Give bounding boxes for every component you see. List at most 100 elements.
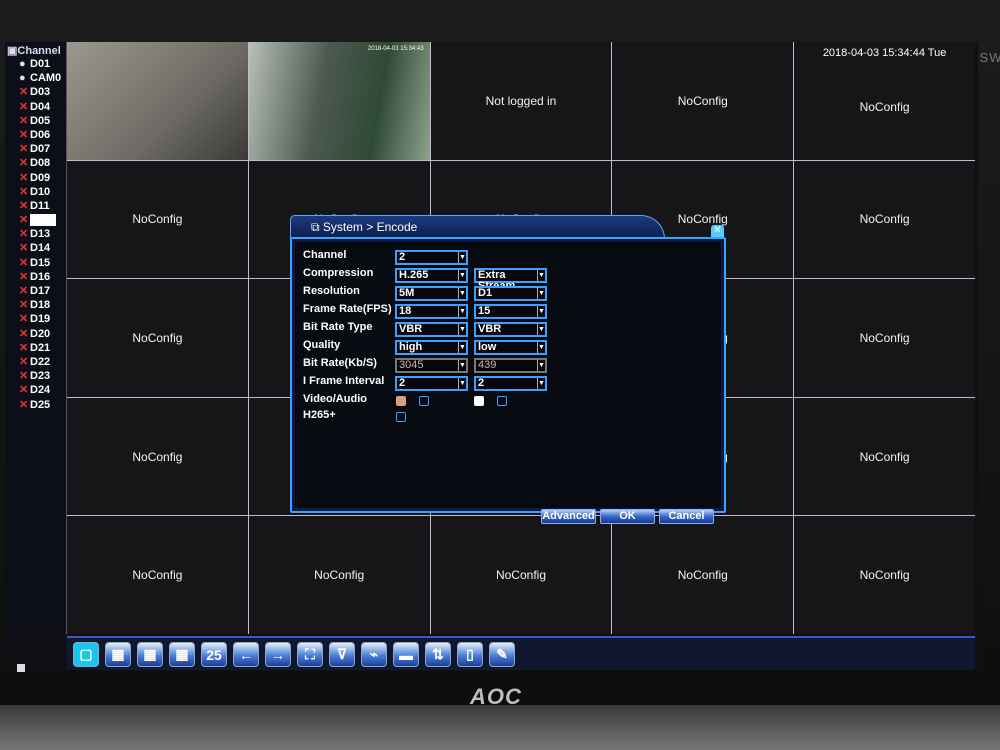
channel-item[interactable]: ✕ D03 [5,85,66,99]
cell-status: NoConfig [859,330,910,345]
channel-item[interactable]: ✕ D17 [5,284,66,298]
channel-item[interactable]: ✕ D19 [5,312,66,326]
sixteen-view-icon[interactable]: ▦ [169,642,195,667]
channel-item[interactable]: ✕ D11 [5,199,66,213]
extra-frame-rate-select[interactable]: 15 ▼ [474,304,547,319]
camera-feed[interactable]: 2018-04-03 15:34:43 [248,42,430,160]
channel-list-header[interactable]: ▣Channel [5,42,66,57]
channel-item[interactable]: ✕ D09 [5,171,66,185]
camera-cell[interactable]: NoConfig [248,516,430,634]
camera-cell[interactable]: NoConfig [612,42,794,160]
channel-item[interactable]: ● CAM0 [5,71,66,85]
channel-select[interactable]: 2 ▼ [395,250,468,265]
chart-icon[interactable]: ⌁ [361,642,387,667]
display-icon[interactable]: ▬ [393,642,419,667]
cell-status: NoConfig [859,568,910,583]
record-icon[interactable]: ▯ [457,642,483,667]
channel-item[interactable]: ✕ D06 [5,128,66,142]
nine-view-icon[interactable]: ▦ [137,642,163,667]
camera-cell[interactable]: NoConfig [612,516,794,634]
dropdown-arrow-icon: ▼ [458,270,466,281]
compression-select[interactable]: H.265 ▼ [395,268,468,283]
settings-icon[interactable]: ✎ [489,642,515,667]
channel-label: D16 [30,270,51,283]
channel-item[interactable]: ✕ D10 [5,185,66,199]
extra-resolution-select[interactable]: D1 ▼ [474,286,547,301]
channel-item[interactable]: ✕ [5,213,66,227]
camera-cell[interactable]: NoConfig [794,279,975,397]
channel-item[interactable]: ✕ D24 [5,383,66,397]
channel-label: D24 [30,384,51,397]
channel-item[interactable]: ✕ D13 [5,227,66,241]
cell-status: NoConfig [677,568,728,583]
channel-label: D15 [30,256,51,269]
next-icon[interactable]: → [265,642,291,667]
network-icon[interactable]: ⇅ [425,642,451,667]
quad-view-icon[interactable]: ▦ [105,642,131,667]
frame-rate-select[interactable]: 18 ▼ [395,304,468,319]
fullscreen-icon[interactable]: ⛶ [297,642,323,667]
label-resolution: Resolution [303,285,360,297]
extra-quality-select[interactable]: low ▼ [474,340,547,355]
extra-video-checkbox[interactable] [474,396,484,406]
offline-x-icon: ✕ [19,143,29,156]
channel-item[interactable]: ● D01 [5,57,66,71]
channel-item[interactable]: ✕ D18 [5,298,66,312]
camera-cell[interactable]: NoConfig [67,516,248,634]
offline-x-icon: ✕ [19,256,29,269]
channel-item[interactable]: ✕ D04 [5,100,66,114]
ptz-camera-icon[interactable]: ⊽ [329,642,355,667]
dropdown-arrow-icon: ▼ [537,360,545,371]
channel-item[interactable]: ✕ D05 [5,114,66,128]
audio-checkbox[interactable] [419,396,429,406]
channel-label: D19 [30,313,51,326]
channel-item[interactable]: ✕ D15 [5,256,66,270]
advanced-button[interactable]: Advanced [541,509,596,524]
bit-rate-type-select[interactable]: VBR ▼ [395,322,468,337]
cancel-button[interactable]: Cancel [659,509,714,524]
channel-item[interactable]: ✕ D25 [5,398,66,412]
bit-rate-select: 3045 ▼ [395,358,468,373]
extra-audio-checkbox[interactable] [497,396,507,406]
camera-cell[interactable]: Not logged in [430,42,612,160]
channel-list: ▣Channel ● D01 ● CAM0 ✕ D03 ✕ D04 ✕ D05 ✕ D06 ✕ D07 ✕ D… [5,42,67,634]
channel-item[interactable]: ✕ D20 [5,327,66,341]
cell-status: NoConfig [859,449,910,464]
stream-select[interactable]: Extra Stream▼ [474,268,547,292]
camera-cell[interactable]: NoConfig [794,516,975,634]
iframe-select[interactable]: 2 ▼ [395,376,468,391]
resolution-select[interactable]: 5M ▼ [395,286,468,301]
camera-cell[interactable]: NoConfig [67,397,248,516]
channel-item[interactable]: ✕ D08 [5,156,66,170]
camera-feed[interactable] [67,42,248,160]
camera-timestamp: 2018-04-03 15:34:43 [367,46,424,52]
channel-item[interactable]: ✕ D22 [5,355,66,369]
channel-item[interactable]: ✕ D16 [5,270,66,284]
channel-item[interactable]: ✕ D14 [5,241,66,255]
h265plus-checkbox[interactable] [396,412,406,422]
extra-bit-rate-type-select[interactable]: VBR ▼ [474,322,547,337]
camera-cell[interactable]: NoConfig 2018-04-03 15:34:44 Tue [794,42,975,160]
quality-select[interactable]: high ▼ [395,340,468,355]
camera-cell[interactable]: NoConfig [67,279,248,397]
channel-item[interactable]: ✕ D23 [5,369,66,383]
camera-cell[interactable]: NoConfig [67,160,248,279]
camera-cell[interactable]: NoConfig [794,160,975,279]
camera-cell[interactable]: NoConfig [430,516,612,634]
offline-x-icon: ✕ [19,157,29,170]
camera-cell[interactable]: NoConfig [794,397,975,516]
start-menu-button[interactable] [17,664,25,672]
video-checkbox[interactable] [396,396,406,406]
channel-item[interactable]: ✕ D07 [5,142,66,156]
frame-rate-value: 18 [399,305,412,317]
previous-icon[interactable]: ← [233,642,259,667]
dialog-title-text: System > Encode [322,220,418,234]
dropdown-arrow-icon: ▼ [458,306,466,317]
offline-x-icon: ✕ [19,242,29,255]
ok-button[interactable]: OK [600,509,655,524]
single-view-icon[interactable]: ▢ [73,642,99,667]
twentyfive-view-icon[interactable]: 25 [201,642,227,667]
offline-x-icon: ✕ [19,199,29,212]
channel-item[interactable]: ✕ D21 [5,341,66,355]
extra-iframe-select[interactable]: 2 ▼ [474,376,547,391]
